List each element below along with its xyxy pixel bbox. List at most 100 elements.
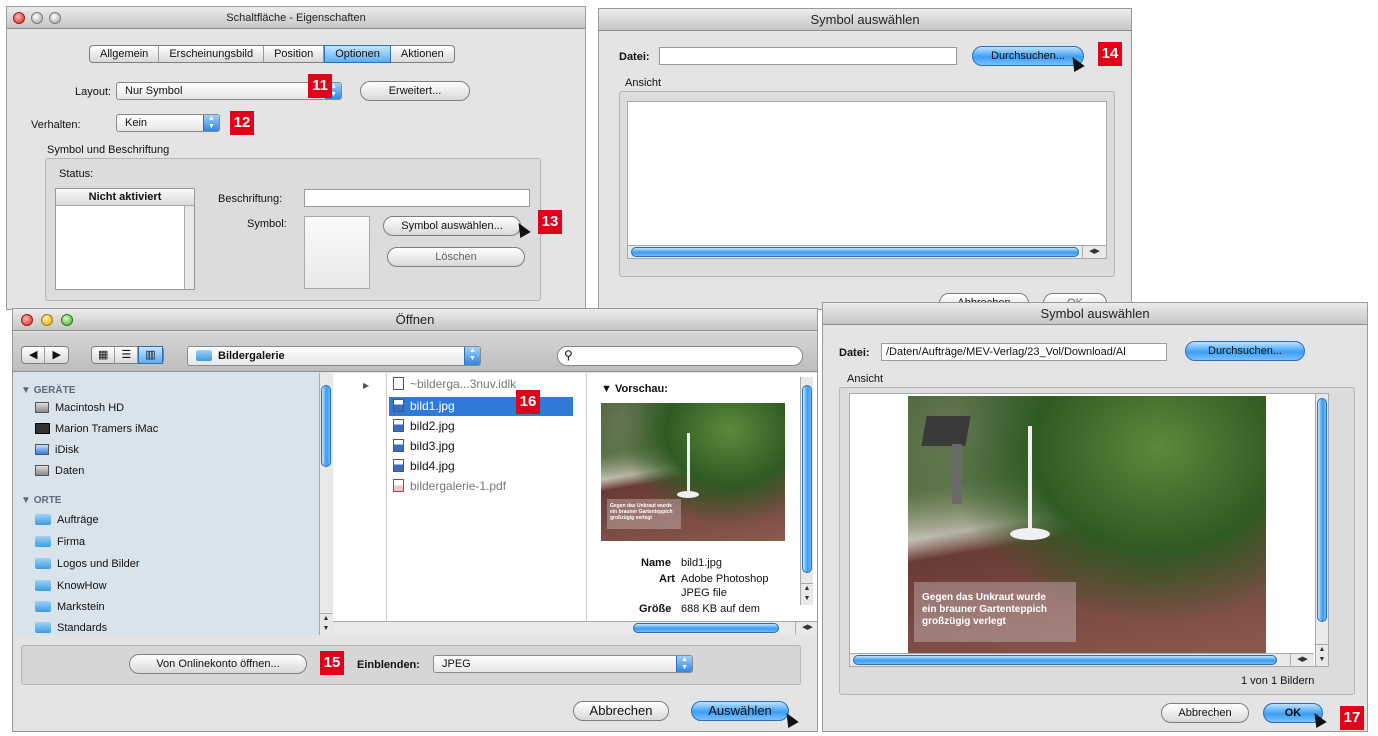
badge-13: 13 xyxy=(538,210,562,234)
sidebar-item-firma[interactable]: Firma xyxy=(35,535,85,548)
list-item-selected[interactable]: bild1.jpg xyxy=(389,397,573,416)
sidebar-item-imac[interactable]: Marion Tramers iMac xyxy=(35,422,158,435)
back-icon[interactable]: ◀ xyxy=(22,347,46,363)
devices-header: ▼ GERÄTE xyxy=(21,385,76,396)
tab-optionen[interactable]: Optionen xyxy=(324,45,391,63)
preview-scroll-thumb[interactable] xyxy=(802,385,812,573)
list-item[interactable]: bild4.jpg xyxy=(393,459,455,473)
folder-icon xyxy=(35,513,51,525)
preview-label: ▼ Vorschau: xyxy=(601,383,668,395)
badge-16: 16 xyxy=(516,390,540,414)
sidebar-scrollbar[interactable]: ▲ ▼ xyxy=(319,373,332,635)
scroll-arrows-icon[interactable]: ▲ ▼ xyxy=(320,613,332,635)
symbol2-datei-field[interactable]: /Daten/Aufträge/MEV-Verlag/23_Vol/Downlo… xyxy=(881,343,1167,361)
column-view-icon[interactable]: ▥ xyxy=(138,346,163,364)
close-icon[interactable] xyxy=(21,314,33,326)
browser-hscrollbar[interactable]: ◀▶ xyxy=(333,621,817,634)
info-size-label: Größe xyxy=(639,603,672,615)
folder-icon xyxy=(35,579,51,591)
open-titlebar[interactable]: Öffnen xyxy=(13,309,817,331)
symbol-auswaehlen-button[interactable]: Symbol auswählen... xyxy=(383,216,521,236)
select-button[interactable]: Auswählen xyxy=(691,701,789,721)
folder-icon xyxy=(35,557,51,569)
properties-titlebar[interactable]: Schaltfläche - Eigenschaften xyxy=(7,7,585,29)
symbol1-titlebar[interactable]: Symbol auswählen xyxy=(599,9,1131,31)
zoom-icon[interactable] xyxy=(61,314,73,326)
sidebar-item-idisk[interactable]: iDisk xyxy=(35,443,79,456)
symbol2-hscrollbar[interactable]: ◀▶ xyxy=(850,653,1314,666)
list-item[interactable]: ~bilderga...3nuv.idlk xyxy=(393,377,516,391)
tab-allgemein[interactable]: Allgemein xyxy=(90,46,160,62)
location-select[interactable]: Bildergalerie ▲ ▼ xyxy=(187,346,481,366)
list-item[interactable]: bildergalerie-1.pdf xyxy=(393,479,506,493)
tab-erscheinungsbild[interactable]: Erscheinungsbild xyxy=(159,46,265,62)
sidebar-scroll-thumb[interactable] xyxy=(321,385,331,467)
einblenden-value: JPEG xyxy=(442,658,471,670)
symbol2-hscroll-thumb[interactable] xyxy=(853,655,1277,665)
sidebar-item-markstein[interactable]: Markstein xyxy=(35,600,105,613)
icon-view-icon[interactable]: ▦ xyxy=(92,347,116,363)
browser-hscroll-thumb[interactable] xyxy=(633,623,779,633)
beschriftung-label: Beschriftung: xyxy=(218,193,283,205)
history-buttons: ◀ ▶ xyxy=(21,346,69,364)
erweitert-button[interactable]: Erweitert... xyxy=(360,81,470,101)
beschriftung-field[interactable] xyxy=(304,189,530,207)
chevron-updown-icon: ▲ ▼ xyxy=(464,347,480,365)
status-list-header[interactable]: Nicht aktiviert xyxy=(56,189,194,206)
symbol1-image-view[interactable]: ◀▶ xyxy=(627,101,1107,259)
properties-tabs: Allgemein Erscheinungsbild Position Opti… xyxy=(89,45,455,63)
forward-icon[interactable]: ▶ xyxy=(45,347,67,363)
sidebar-item-macintosh-hd[interactable]: Macintosh HD xyxy=(35,401,124,414)
info-name-value: bild1.jpg xyxy=(681,557,722,569)
tab-aktionen[interactable]: Aktionen xyxy=(391,46,454,62)
open-cancel-button[interactable]: Abbrechen xyxy=(573,701,669,721)
symbol2-title: Symbol auswählen xyxy=(1040,306,1150,321)
sidebar-item-standards[interactable]: Standards xyxy=(35,621,107,634)
list-item[interactable]: bild2.jpg xyxy=(393,419,455,433)
info-art-value2: JPEG file xyxy=(681,587,727,599)
symbol2-image-view[interactable]: Gegen das Unkraut wurde ein brauner Garte… xyxy=(849,393,1329,667)
chevron-updown-icon: ▲ ▼ xyxy=(203,115,219,131)
info-art-label: Art xyxy=(659,573,675,585)
minimize-icon[interactable] xyxy=(31,12,43,24)
photo-caption: Gegen das Unkraut wurde ein brauner Garte… xyxy=(914,582,1076,642)
symbol2-browse-button[interactable]: Durchsuchen... xyxy=(1185,341,1305,361)
list-view-icon[interactable]: ☰ xyxy=(115,347,139,363)
close-icon[interactable] xyxy=(13,12,25,24)
online-account-button[interactable]: Von Onlinekonto öffnen... xyxy=(129,654,307,674)
sidebar-item-auftraege[interactable]: Aufträge xyxy=(35,513,99,526)
badge-11: 11 xyxy=(308,74,332,98)
symbol2-titlebar[interactable]: Symbol auswählen xyxy=(823,303,1367,325)
verhalten-label: Verhalten: xyxy=(31,119,81,131)
symbol1-hscroll-thumb[interactable] xyxy=(631,247,1079,257)
scroll-arrows-icon[interactable]: ◀▶ xyxy=(1082,246,1106,258)
tab-position[interactable]: Position xyxy=(264,46,325,62)
sidebar-item-knowhow[interactable]: KnowHow xyxy=(35,579,107,592)
minimize-icon[interactable] xyxy=(41,314,53,326)
sidebar-item-daten[interactable]: Daten xyxy=(35,464,84,477)
preview-scrollbar[interactable]: ▲ ▼ xyxy=(800,377,813,605)
open-title: Öffnen xyxy=(395,312,435,327)
search-input[interactable]: ⚲ xyxy=(557,346,803,366)
scroll-arrows-icon[interactable]: ▲ ▼ xyxy=(1316,644,1328,666)
scroll-arrows-icon[interactable]: ◀▶ xyxy=(1290,654,1314,666)
image-count: 1 von 1 Bildern xyxy=(1241,675,1315,687)
symbol1-browse-button[interactable]: Durchsuchen... xyxy=(972,46,1084,66)
scroll-arrows-icon[interactable]: ▲ ▼ xyxy=(801,583,813,605)
scroll-arrows-icon[interactable]: ◀▶ xyxy=(795,622,817,634)
verhalten-select[interactable]: Kein ▲ ▼ xyxy=(116,114,220,132)
einblenden-select[interactable]: JPEG ▲ ▼ xyxy=(433,655,693,673)
symbol1-hscrollbar[interactable]: ◀▶ xyxy=(628,245,1106,258)
sidebar-item-logos[interactable]: Logos und Bilder xyxy=(35,557,140,570)
symbol2-cancel-button[interactable]: Abbrechen xyxy=(1161,703,1249,723)
symbol2-vscroll-thumb[interactable] xyxy=(1317,398,1327,622)
zoom-icon[interactable] xyxy=(49,12,61,24)
list-item[interactable]: bild3.jpg xyxy=(393,439,455,453)
symbol2-vscrollbar[interactable]: ▲ ▼ xyxy=(1315,394,1328,666)
symbol1-datei-field[interactable] xyxy=(659,47,957,65)
status-list[interactable]: Nicht aktiviert xyxy=(55,188,195,290)
loeschen-button[interactable]: Löschen xyxy=(387,247,525,267)
status-list-scrollbar[interactable] xyxy=(184,206,194,289)
folder-icon xyxy=(35,600,51,612)
symbol2-ansicht-label: Ansicht xyxy=(847,373,884,385)
